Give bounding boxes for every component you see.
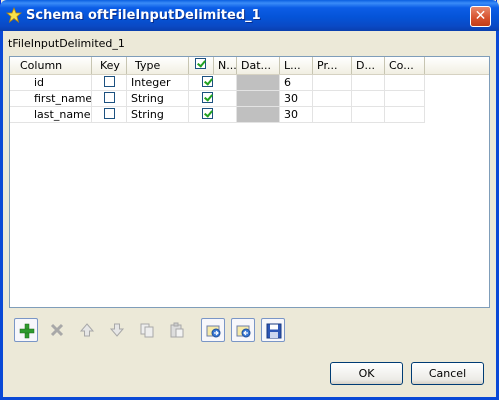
add-icon <box>19 323 35 339</box>
add-button[interactable] <box>14 318 38 342</box>
cancel-button[interactable]: Cancel <box>411 362 484 385</box>
window-title: Schema oftFileInputDelimited_1 <box>26 8 261 23</box>
cell-date-pattern <box>237 91 280 107</box>
cell-key[interactable] <box>92 107 127 123</box>
header-nullable-toggle[interactable] <box>189 57 214 74</box>
cell-default[interactable] <box>352 107 385 123</box>
cell-length[interactable]: 6 <box>280 75 313 91</box>
title-bar: Schema oftFileInputDelimited_1 ✕ <box>0 0 499 31</box>
header-checkbox[interactable] <box>195 58 206 69</box>
component-name: tFileInputDelimited_1 <box>8 37 125 50</box>
cell-key[interactable] <box>92 75 127 91</box>
schema-toolbar <box>14 318 294 342</box>
cell-default[interactable] <box>352 91 385 107</box>
save-button[interactable] <box>261 318 285 342</box>
cell-type[interactable]: Integer <box>127 75 189 91</box>
header-date-pattern[interactable]: Dat... <box>237 57 280 74</box>
cell-precision[interactable] <box>313 107 352 123</box>
schema-table[interactable]: Column Key Type N... Dat... L... Pr... D… <box>9 56 490 308</box>
save-icon <box>266 323 282 339</box>
copy-icon <box>140 323 154 338</box>
cell-precision[interactable] <box>313 91 352 107</box>
header-default[interactable]: D... <box>352 57 385 74</box>
header-comment[interactable]: Co... <box>385 57 425 74</box>
nullable-checkbox[interactable] <box>202 108 213 119</box>
cell-comment[interactable] <box>385 91 425 107</box>
talend-star-icon <box>6 7 22 23</box>
cell-comment[interactable] <box>385 107 425 123</box>
table-row[interactable]: last_name String 30 <box>10 107 489 123</box>
cell-column[interactable]: last_name <box>10 107 92 123</box>
paste-button[interactable] <box>165 318 189 342</box>
cell-length[interactable]: 30 <box>280 107 313 123</box>
table-row[interactable]: first_name String 30 <box>10 91 489 107</box>
header-column[interactable]: Column <box>10 57 92 74</box>
cell-length[interactable]: 30 <box>280 91 313 107</box>
import-icon <box>206 325 221 338</box>
cell-column[interactable]: id <box>10 75 92 91</box>
remove-button[interactable] <box>45 318 69 342</box>
cell-nullable[interactable] <box>189 91 237 107</box>
nullable-checkbox[interactable] <box>202 92 213 103</box>
cell-nullable[interactable] <box>189 75 237 91</box>
move-up-icon <box>79 323 95 337</box>
cell-precision[interactable] <box>313 75 352 91</box>
cell-nullable[interactable] <box>189 107 237 123</box>
table-row[interactable]: id Integer 6 <box>10 75 489 91</box>
import-button[interactable] <box>201 318 225 342</box>
frame-left <box>0 31 3 400</box>
remove-icon <box>50 323 64 337</box>
move-up-button[interactable] <box>75 318 99 342</box>
cell-date-pattern <box>237 75 280 91</box>
header-precision[interactable]: Pr... <box>313 57 352 74</box>
header-nullable[interactable]: N... <box>214 57 237 74</box>
close-button[interactable]: ✕ <box>470 6 491 27</box>
export-icon <box>236 325 251 338</box>
copy-button[interactable] <box>135 318 159 342</box>
key-checkbox[interactable] <box>104 76 115 87</box>
cell-comment[interactable] <box>385 75 425 91</box>
header-key[interactable]: Key <box>92 57 127 74</box>
header-type[interactable]: Type <box>127 57 189 74</box>
ok-button[interactable]: OK <box>330 362 403 385</box>
cell-key[interactable] <box>92 91 127 107</box>
table-header: Column Key Type N... Dat... L... Pr... D… <box>10 57 489 75</box>
key-checkbox[interactable] <box>104 108 115 119</box>
key-checkbox[interactable] <box>104 92 115 103</box>
cell-default[interactable] <box>352 75 385 91</box>
cell-date-pattern <box>237 107 280 123</box>
move-down-icon <box>109 323 125 337</box>
move-down-button[interactable] <box>105 318 129 342</box>
cell-column[interactable]: first_name <box>10 91 92 107</box>
cell-type[interactable]: String <box>127 107 189 123</box>
export-button[interactable] <box>231 318 255 342</box>
cell-type[interactable]: String <box>127 91 189 107</box>
nullable-checkbox[interactable] <box>202 76 213 87</box>
paste-icon <box>170 322 184 338</box>
header-length[interactable]: L... <box>280 57 313 74</box>
